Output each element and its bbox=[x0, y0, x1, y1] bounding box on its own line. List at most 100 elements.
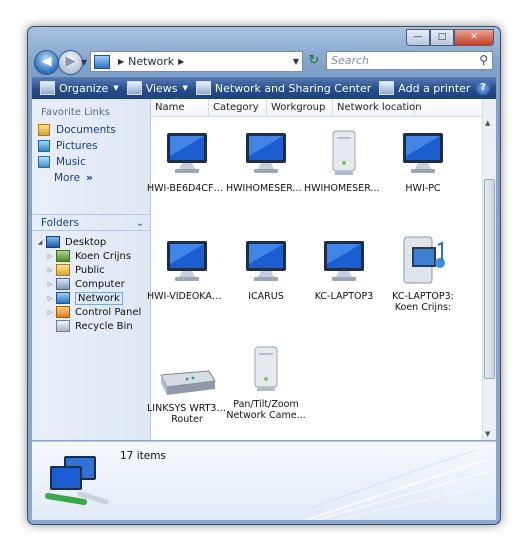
expander-closed-icon[interactable]: ▷ bbox=[46, 267, 54, 274]
breadcrumb-arrow-icon[interactable]: ▶ bbox=[178, 57, 184, 66]
column-headers: Name Category Workgroup Network location bbox=[151, 92, 496, 117]
item-label-line2: Router bbox=[171, 414, 203, 425]
documents-icon bbox=[38, 124, 50, 136]
network-item[interactable]: KC-LAPTOP3 bbox=[304, 237, 384, 302]
computer-icon bbox=[162, 237, 212, 287]
command-bar: Organize ▼ Views ▼ Network and Sharing C… bbox=[32, 77, 496, 99]
control-panel-icon bbox=[56, 306, 70, 318]
vertical-scrollbar[interactable]: ▲ ▼ bbox=[482, 99, 496, 440]
expander-open-icon[interactable]: ◢ bbox=[36, 239, 44, 246]
tree-item-public[interactable]: ▷ Public bbox=[32, 263, 150, 277]
favorite-link-label: Pictures bbox=[56, 140, 98, 152]
column-header-network-location[interactable]: Network location bbox=[333, 99, 422, 116]
organize-label: Organize bbox=[59, 81, 109, 95]
item-label: HWI-BE6D4CFB530 bbox=[147, 183, 227, 194]
favorite-link-pictures[interactable]: Pictures bbox=[32, 138, 150, 154]
network-sharing-center-button[interactable]: Network and Sharing Center bbox=[195, 81, 371, 95]
expander-closed-icon[interactable]: ▷ bbox=[46, 309, 54, 316]
dropdown-arrow-icon: ▼ bbox=[182, 84, 188, 92]
search-input[interactable]: Search ⚲ bbox=[326, 51, 493, 70]
item-label: ICARUS bbox=[248, 291, 284, 302]
network-item[interactable]: KC-LAPTOP3: Koen Crijns: bbox=[383, 233, 463, 313]
network-item[interactable]: HWIHOMESERVER bbox=[226, 129, 306, 194]
scroll-up-icon[interactable]: ▲ bbox=[485, 119, 490, 127]
tree-item-network[interactable]: ▷ Network bbox=[32, 291, 150, 305]
server-icon bbox=[241, 345, 291, 395]
item-label-line2: Network Came... bbox=[226, 410, 306, 421]
network-item[interactable]: ICARUS bbox=[226, 237, 306, 302]
expander-closed-icon[interactable]: ▷ bbox=[46, 281, 54, 288]
folders-title: Folders bbox=[41, 217, 79, 229]
expander-closed-icon[interactable]: ▷ bbox=[46, 253, 54, 260]
more-links[interactable]: More » bbox=[32, 170, 150, 186]
tree-item-control-panel[interactable]: ▷ Control Panel bbox=[32, 305, 150, 319]
network-item[interactable]: LINKSYS WRT300N Router bbox=[147, 359, 227, 425]
add-printer-button[interactable]: Add a printer bbox=[379, 81, 470, 95]
address-dropdown-icon[interactable]: ▼ bbox=[293, 57, 299, 66]
network-item[interactable]: Pan/Tilt/Zoom Network Came... bbox=[226, 345, 306, 421]
scrollbar-thumb[interactable] bbox=[484, 179, 495, 379]
item-label: HWI-VIDEOKAA... bbox=[147, 291, 227, 302]
tree-item-label: Koen Crijns bbox=[75, 250, 132, 262]
computer-icon bbox=[241, 129, 291, 179]
breadcrumb-arrow-icon[interactable]: ▶ bbox=[118, 57, 124, 66]
chevron-down-icon[interactable]: ⌄ bbox=[136, 215, 144, 232]
scroll-down-icon[interactable]: ▼ bbox=[485, 430, 490, 438]
router-icon bbox=[160, 359, 216, 399]
navigation-pane: Favorite Links Documents Pictures Music … bbox=[32, 99, 151, 440]
close-button[interactable]: ✕ bbox=[454, 29, 494, 46]
folders-header[interactable]: Folders ⌄ bbox=[32, 214, 150, 231]
network-large-icon bbox=[44, 450, 114, 510]
favorite-link-music[interactable]: Music bbox=[32, 154, 150, 170]
network-item[interactable]: HWI-VIDEOKAA... bbox=[147, 237, 227, 302]
tree-item-computer[interactable]: ▷ Computer bbox=[32, 277, 150, 291]
item-label: KC-LAPTOP3 bbox=[314, 291, 374, 302]
expander-closed-icon[interactable]: ▷ bbox=[46, 295, 54, 302]
help-icon[interactable]: ? bbox=[476, 81, 490, 95]
recent-pages-dropdown[interactable]: ▼ bbox=[81, 58, 87, 67]
folder-tree: ◢ Desktop ▷ Koen Crijns ▷ Public ▷ Compu… bbox=[32, 235, 150, 333]
computer-icon bbox=[241, 237, 291, 287]
favorite-links-title: Favorite Links bbox=[41, 107, 110, 118]
search-icon[interactable]: ⚲ bbox=[479, 53, 488, 67]
desktop-icon bbox=[46, 236, 60, 248]
column-header-name[interactable]: Name bbox=[151, 92, 209, 116]
decorative-swoosh bbox=[306, 450, 486, 520]
favorite-link-label: Documents bbox=[56, 124, 116, 136]
more-label: More bbox=[54, 172, 81, 184]
item-label: HWIHOMESERVER bbox=[226, 183, 306, 194]
forward-button[interactable]: ▶ bbox=[58, 50, 83, 75]
network-item[interactable]: HWI-BE6D4CFB530 bbox=[147, 129, 227, 194]
details-pane: 17 items bbox=[32, 441, 496, 520]
file-list-view: Name Category Workgroup Network location… bbox=[147, 92, 496, 440]
server-icon bbox=[319, 129, 369, 179]
address-segment-network[interactable]: Network bbox=[128, 55, 174, 68]
media-device-icon bbox=[398, 233, 448, 287]
network-item[interactable]: HWIHOMESERVER bbox=[304, 129, 384, 194]
favorite-link-documents[interactable]: Documents bbox=[32, 122, 150, 138]
add-printer-label: Add a printer bbox=[398, 81, 471, 95]
user-folder-icon bbox=[56, 250, 70, 262]
organize-button[interactable]: Organize ▼ bbox=[40, 81, 119, 95]
refresh-icon[interactable]: ↻ bbox=[306, 53, 322, 69]
network-center-icon bbox=[195, 81, 211, 95]
printer-icon bbox=[379, 81, 395, 95]
column-header-workgroup[interactable]: Workgroup bbox=[267, 99, 333, 116]
tree-item-recycle-bin[interactable]: Recycle Bin bbox=[32, 319, 150, 333]
network-item[interactable]: HWI-PC bbox=[383, 129, 463, 194]
item-label: LINKSYS WRT300N bbox=[147, 403, 227, 414]
minimize-button[interactable]: — bbox=[406, 29, 430, 46]
favorite-link-label: Music bbox=[56, 156, 86, 168]
back-button[interactable]: ◀ bbox=[34, 50, 59, 75]
search-placeholder: Search bbox=[331, 54, 370, 67]
item-label: HWIHOMESERVER bbox=[304, 183, 384, 194]
maximize-button[interactable]: □ bbox=[430, 29, 454, 46]
network-icon bbox=[94, 54, 110, 69]
tree-item-koen-crijns[interactable]: ▷ Koen Crijns bbox=[32, 249, 150, 263]
tree-item-desktop[interactable]: ◢ Desktop bbox=[32, 235, 150, 249]
tree-item-label: Desktop bbox=[65, 236, 107, 248]
address-bar[interactable]: ▶ Network ▶ ▼ bbox=[90, 51, 303, 72]
column-header-category[interactable]: Category bbox=[209, 99, 267, 116]
item-label: Pan/Tilt/Zoom bbox=[233, 399, 299, 410]
network-icon bbox=[56, 292, 70, 304]
